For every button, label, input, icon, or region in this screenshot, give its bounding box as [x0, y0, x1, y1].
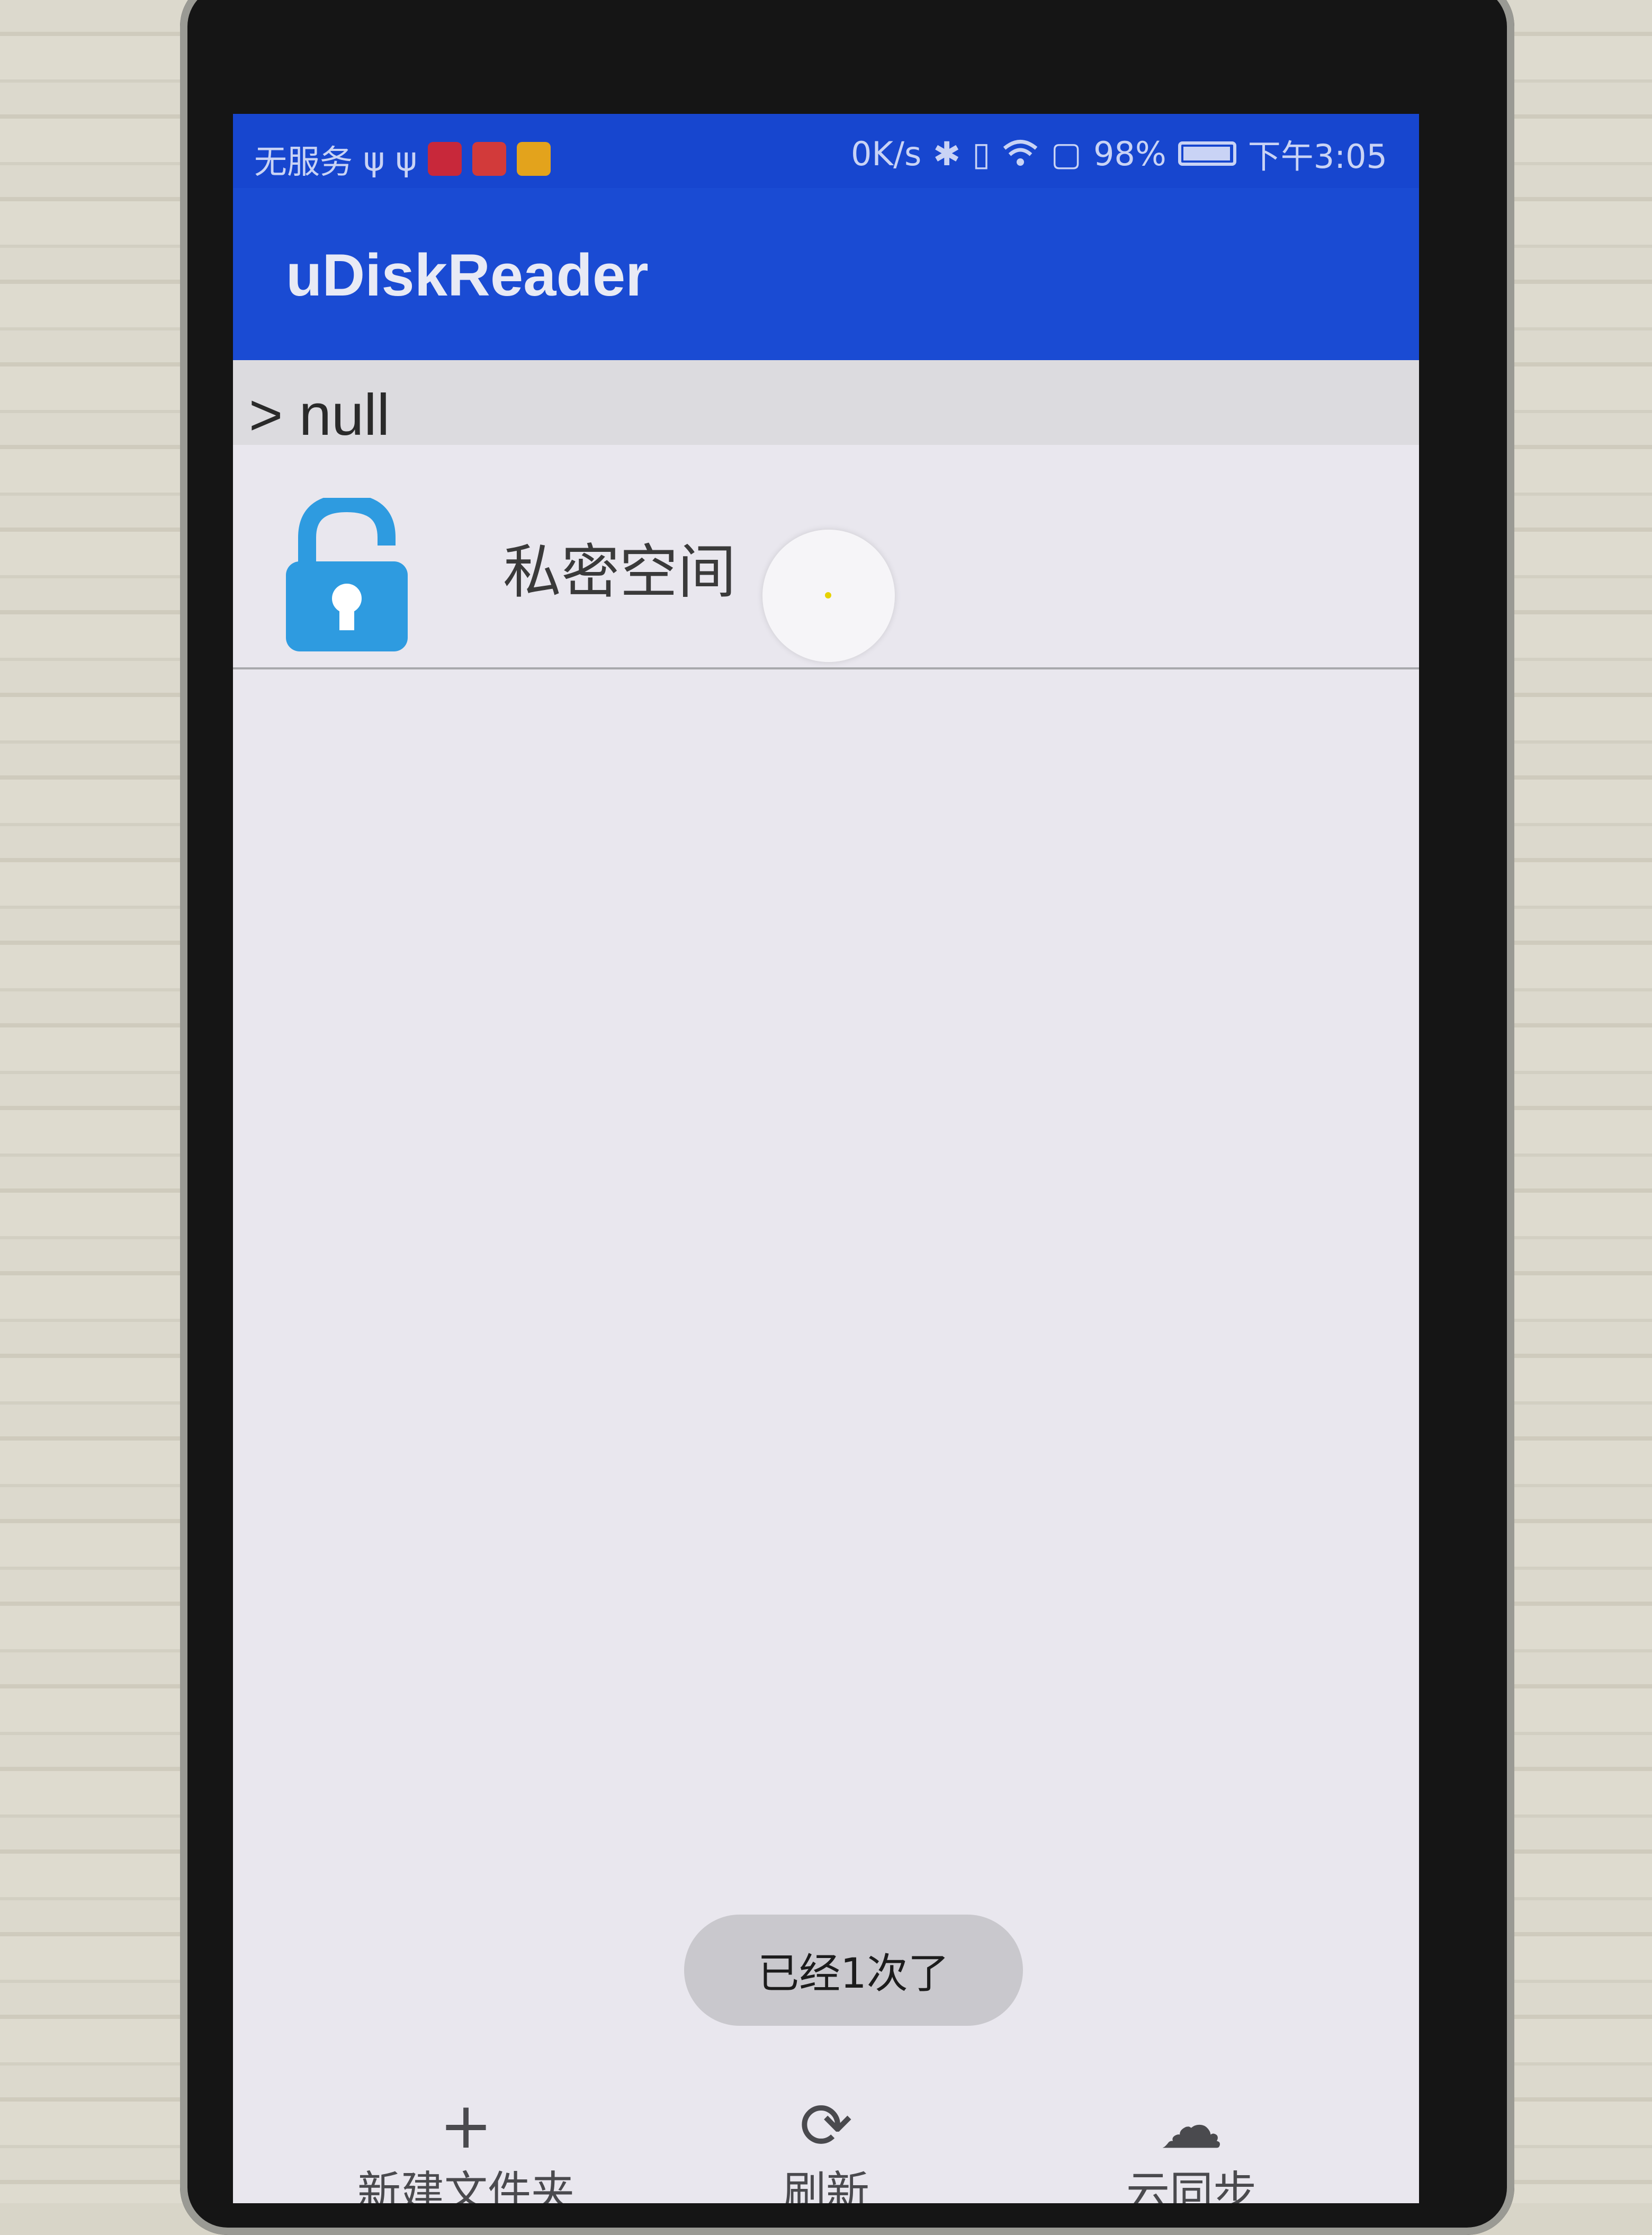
cloud-sync-label: 云同步 — [1126, 2167, 1256, 2204]
battery-icon — [1178, 141, 1236, 166]
plus-icon: + — [439, 2089, 493, 2163]
usb-icon: ψ — [363, 139, 385, 178]
app-title: uDiskReader — [286, 242, 649, 308]
usb-icon: ψ — [395, 139, 417, 178]
new-folder-label: 新建文件夹 — [357, 2167, 574, 2204]
battery-level-text: 98% — [1093, 134, 1166, 173]
status-right: 0K/s ✱ ▯ ▢ 98% 下午3:05 — [851, 130, 1387, 177]
vibrate-icon: ▯ — [972, 134, 991, 173]
list-item[interactable]: 私密空间 — [233, 445, 1419, 669]
status-bar: 无服务 ψ ψ 0K/s ✱ ▯ ▢ 98% 下午3:05 — [233, 114, 1419, 188]
cloud-icon: ☁ — [1160, 2089, 1223, 2163]
notification-app-icon — [427, 142, 462, 176]
bluetooth-icon: ✱ — [933, 134, 961, 173]
breadcrumb[interactable]: > null — [233, 360, 1419, 448]
battery-fill — [1183, 147, 1230, 160]
unlocked-padlock-icon — [286, 498, 408, 651]
list-item-label: 私密空间 — [503, 538, 736, 606]
toast-message: 已经1次了 — [684, 1915, 1023, 2026]
wifi-icon — [1003, 140, 1038, 166]
status-left: 无服务 ψ ψ — [254, 135, 551, 183]
touch-point — [825, 592, 831, 598]
refresh-button[interactable]: ⟳ 刷新 — [715, 2089, 937, 2204]
phone-screen: 无服务 ψ ψ 0K/s ✱ ▯ ▢ 98% 下午3:05 uDiskReade… — [233, 114, 1419, 2203]
battery-saver-icon: ▢ — [1051, 134, 1082, 173]
new-folder-button[interactable]: + 新建文件夹 — [355, 2089, 577, 2204]
refresh-icon: ⟳ — [799, 2089, 853, 2163]
app-bar: uDiskReader — [233, 188, 1419, 360]
weibo-icon — [516, 142, 551, 176]
cloud-sync-button[interactable]: ☁ 云同步 — [1080, 2089, 1303, 2204]
refresh-label: 刷新 — [782, 2167, 869, 2204]
bottom-action-bar: + 新建文件夹 ⟳ 刷新 ☁ 云同步 — [233, 2089, 1419, 2204]
network-speed-text: 0K/s — [850, 134, 922, 173]
notification-app-icon — [472, 142, 506, 176]
carrier-text: 无服务 — [254, 142, 353, 181]
touch-ripple — [762, 530, 895, 662]
clock-text: 下午3:05 — [1247, 137, 1387, 176]
breadcrumb-path: > null — [249, 382, 390, 448]
